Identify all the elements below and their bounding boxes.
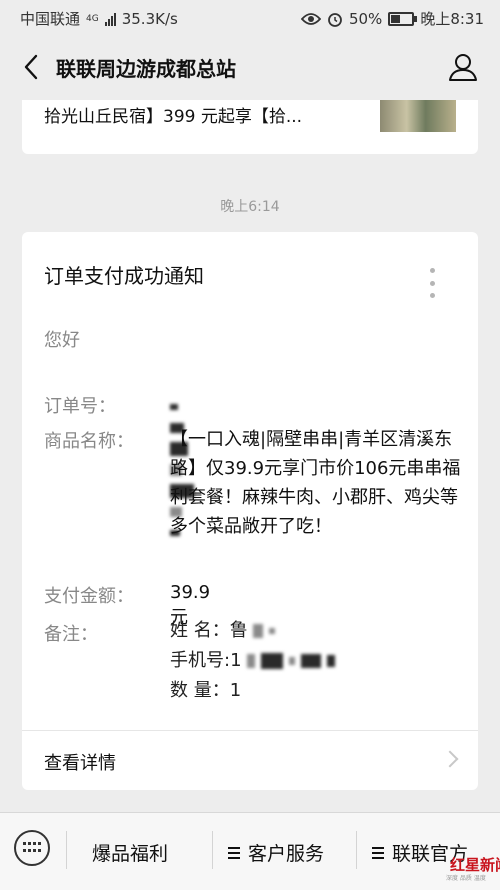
- news-watermark: 红星新闻 深度 品质 温度: [436, 854, 500, 884]
- notification-title: 订单支付成功通知: [44, 264, 204, 288]
- remark-name: 姓 名：鲁: [170, 620, 248, 641]
- menu-item-hot-deals[interactable]: 爆品福利: [92, 839, 168, 866]
- menu-separator: [212, 831, 213, 869]
- previous-message-text: 拾光山丘民宿】399 元起享【拾...: [44, 107, 303, 127]
- order-number-label: 订单号：: [44, 396, 116, 417]
- product-name-value: 【一口入魂|隔壁串串|青羊区清溪东路】仅39.9元享门市价106元串串福利套餐！…: [170, 429, 461, 537]
- message-timestamp: 晚上6:14: [220, 199, 280, 215]
- menu-list-icon: [228, 844, 240, 862]
- back-button[interactable]: [16, 50, 46, 84]
- product-name-label: 商品名称：: [44, 431, 134, 452]
- watermark-text: 红星新闻: [450, 856, 500, 874]
- person-icon: [449, 54, 477, 81]
- remark-name-line: 姓 名：鲁: [170, 620, 400, 650]
- remark-quantity: 数 量：1: [170, 680, 242, 701]
- clock: 晚上8:31: [420, 10, 484, 28]
- menu-separator: [66, 831, 67, 869]
- view-details-label: 查看详情: [44, 753, 116, 774]
- battery-icon: [388, 11, 418, 26]
- remark-lines: 姓 名：鲁 手机号:1 数 量：1: [170, 620, 400, 710]
- chevron-left-icon: [24, 54, 38, 80]
- battery-percent: 50%: [348, 9, 383, 28]
- carrier-label: 中国联通: [20, 10, 81, 28]
- profile-button[interactable]: [448, 52, 478, 82]
- alarm-icon: [328, 12, 342, 27]
- menu-list-icon: [372, 844, 384, 862]
- network-speed: 35.3K/s: [121, 9, 178, 28]
- bottom-menu-bar: 爆品福利 客户服务 联联官方 红星新闻 深度 品质 温度: [0, 812, 500, 890]
- remark-quantity-line: 数 量：1: [170, 680, 400, 710]
- view-details-button[interactable]: 查看详情: [22, 731, 478, 790]
- previous-message-card[interactable]: 拾光山丘民宿】399 元起享【拾...: [22, 100, 478, 154]
- order-notification-card[interactable]: 订单支付成功通知 您好 订单号： 商品名称： 【一口入魂|隔壁串串|青羊区清溪东…: [22, 232, 478, 790]
- eye-icon: [300, 12, 321, 25]
- remark-label: 备注：: [44, 624, 98, 645]
- remark-phone-line: 手机号:1: [170, 650, 400, 680]
- menu-item-label: 客户服务: [248, 843, 325, 865]
- menu-item-customer-service[interactable]: 客户服务: [228, 839, 324, 866]
- remark-phone: 手机号:1: [170, 650, 242, 671]
- notification-greeting: 您好: [44, 330, 80, 351]
- more-options-icon[interactable]: [428, 268, 436, 298]
- chevron-right-icon: [441, 750, 459, 768]
- network-type: 4G: [86, 13, 99, 24]
- watermark-subtext: 深度 品质 温度: [446, 875, 486, 882]
- nav-bar: 联联周边游成都总站: [0, 34, 500, 100]
- status-left: 中国联通 4G 35.3K/s: [20, 8, 178, 29]
- payment-amount-label: 支付金额：: [44, 586, 134, 607]
- chat-title: 联联周边游成都总站: [56, 57, 236, 81]
- status-right: 50% 晚上8:31: [300, 8, 484, 29]
- signal-icon: [104, 12, 116, 26]
- menu-item-label: 爆品福利: [92, 843, 169, 865]
- keyboard-toggle-button[interactable]: [14, 830, 50, 866]
- menu-separator: [356, 831, 357, 869]
- previous-message-thumbnail: [380, 100, 456, 132]
- keyboard-icon: [23, 842, 41, 854]
- status-bar: 中国联通 4G 35.3K/s 50% 晚上8:31: [0, 0, 500, 34]
